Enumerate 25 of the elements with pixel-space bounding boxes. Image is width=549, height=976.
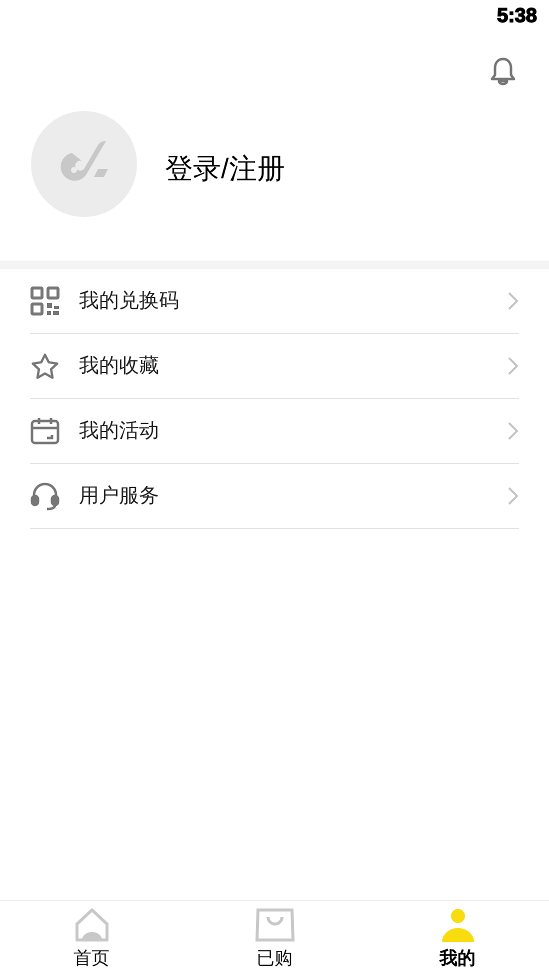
- nav-tab[interactable]: 首页: [0, 901, 183, 976]
- nav-tab[interactable]: 已购: [183, 901, 366, 976]
- menu-item[interactable]: 我的活动: [30, 399, 519, 464]
- qr-code-icon: [30, 286, 60, 316]
- menu-label: 用户服务: [79, 484, 160, 509]
- menu-label: 我的收藏: [79, 354, 160, 379]
- menu-label: 我的兑换码: [79, 289, 180, 314]
- chevron-icon: [507, 291, 519, 311]
- menu-item[interactable]: 我的收藏: [30, 334, 519, 399]
- menu-item[interactable]: 用户服务: [30, 464, 519, 529]
- star-icon: [30, 351, 60, 381]
- nav-tab[interactable]: 我的: [366, 901, 549, 976]
- bell-icon[interactable]: [489, 56, 517, 86]
- person-icon: [440, 908, 476, 942]
- chevron-icon: [507, 486, 519, 506]
- menu-label: 我的活动: [79, 419, 160, 444]
- status-time: 5:38: [496, 6, 537, 26]
- menu-item[interactable]: 我的兑换码: [30, 269, 519, 334]
- calendar-icon: [30, 416, 60, 446]
- headset-icon: [30, 481, 60, 511]
- login-link[interactable]: 登录/注册: [165, 148, 285, 190]
- chevron-icon: [507, 421, 519, 441]
- chevron-icon: [507, 356, 519, 376]
- house-icon: [74, 908, 110, 942]
- bag-icon: [254, 908, 296, 942]
